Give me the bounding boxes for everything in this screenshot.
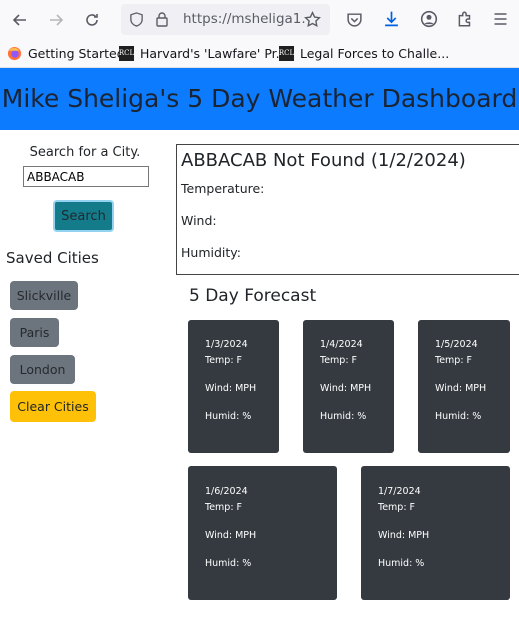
forecast-date: 1/6/2024 <box>205 486 248 497</box>
forecast-humidity: Humid: % <box>205 558 252 569</box>
humidity-label: Humidity: <box>181 245 241 260</box>
forecast-wind: Wind: MPH <box>205 383 257 394</box>
forecast-date: 1/3/2024 <box>205 339 248 350</box>
search-label: Search for a City. <box>29 145 141 160</box>
back-button[interactable] <box>8 8 32 32</box>
bookmark-label: Getting Started <box>28 45 125 61</box>
forecast-date: 1/4/2024 <box>320 339 363 350</box>
browser-toolbar: https://msheliga1. <box>0 0 519 39</box>
bookmark-label: Legal Forces to Challe... <box>300 45 450 61</box>
forecast-wind: Wind: MPH <box>435 383 487 394</box>
forecast-date: 1/7/2024 <box>378 486 421 497</box>
forecast-wind: Wind: MPH <box>320 383 372 394</box>
saved-city-button-paris[interactable]: Paris <box>10 318 59 347</box>
account-icon[interactable] <box>420 10 438 28</box>
bookmark-harvard-lawfare[interactable]: RCL Harvard's 'Lawfare' Pr... <box>119 39 288 67</box>
rcl-logo-icon: RCL <box>279 45 294 61</box>
saved-city-button-london[interactable]: London <box>10 355 75 384</box>
forecast-title: 5 Day Forecast <box>189 286 317 306</box>
saved-city-button-slickville[interactable]: Slickville <box>10 281 78 310</box>
forecast-card: 1/7/2024 Temp: F Wind: MPH Humid: % <box>361 466 510 600</box>
back-arrow-icon <box>12 14 26 26</box>
extensions-icon[interactable] <box>456 10 474 28</box>
firefox-icon <box>7 46 22 60</box>
current-city-heading: ABBACAB Not Found (1/2/2024) <box>181 150 466 171</box>
forecast-temp: Temp: F <box>320 355 358 366</box>
current-weather-panel: ABBACAB Not Found (1/2/2024) Temperature… <box>176 144 519 275</box>
forecast-date: 1/5/2024 <box>435 339 478 350</box>
city-search-input[interactable] <box>23 166 149 187</box>
url-text[interactable]: https://msheliga1. <box>183 4 323 35</box>
forecast-humidity: Humid: % <box>320 411 367 422</box>
url-bar[interactable]: https://msheliga1. <box>121 4 330 35</box>
bookmark-star-icon[interactable] <box>304 11 321 28</box>
forecast-temp: Temp: F <box>205 355 243 366</box>
forecast-temp: Temp: F <box>435 355 473 366</box>
forecast-card: 1/4/2024 Temp: F Wind: MPH Humid: % <box>303 320 394 453</box>
forecast-card: 1/3/2024 Temp: F Wind: MPH Humid: % <box>188 320 279 453</box>
menu-icon[interactable] <box>492 11 509 27</box>
bookmark-legal-forces[interactable]: RCL Legal Forces to Challe... <box>279 39 449 67</box>
forecast-humidity: Humid: % <box>378 558 425 569</box>
bookmark-getting-started[interactable]: Getting Started <box>7 39 125 67</box>
forecast-temp: Temp: F <box>205 502 243 513</box>
pocket-icon[interactable] <box>346 11 363 28</box>
forward-arrow-icon <box>50 14 64 26</box>
wind-label: Wind: <box>181 213 217 228</box>
forecast-temp: Temp: F <box>378 502 416 513</box>
download-icon[interactable] <box>383 10 400 28</box>
forward-button[interactable] <box>44 8 68 32</box>
clear-cities-button[interactable]: Clear Cities <box>10 391 96 422</box>
bookmarks-bar: Getting Started RCL Harvard's 'Lawfare' … <box>0 39 519 68</box>
forecast-card: 1/6/2024 Temp: F Wind: MPH Humid: % <box>188 466 337 600</box>
page-header: Mike Sheliga's 5 Day Weather Dashboard <box>0 68 519 130</box>
search-button[interactable]: Search <box>53 200 114 232</box>
forecast-card: 1/5/2024 Temp: F Wind: MPH Humid: % <box>418 320 510 453</box>
reload-button[interactable] <box>80 8 104 32</box>
lock-icon[interactable] <box>155 11 169 27</box>
forecast-wind: Wind: MPH <box>378 530 430 541</box>
shield-icon[interactable] <box>129 12 144 27</box>
forecast-humidity: Humid: % <box>205 411 252 422</box>
rcl-logo-icon: RCL <box>119 45 134 61</box>
reload-icon <box>86 14 98 26</box>
bookmark-label: Harvard's 'Lawfare' Pr... <box>140 45 288 61</box>
forecast-humidity: Humid: % <box>435 411 482 422</box>
page-title: Mike Sheliga's 5 Day Weather Dashboard <box>1 84 518 113</box>
saved-cities-title: Saved Cities <box>6 249 99 267</box>
forecast-wind: Wind: MPH <box>205 530 257 541</box>
temperature-label: Temperature: <box>181 181 265 196</box>
